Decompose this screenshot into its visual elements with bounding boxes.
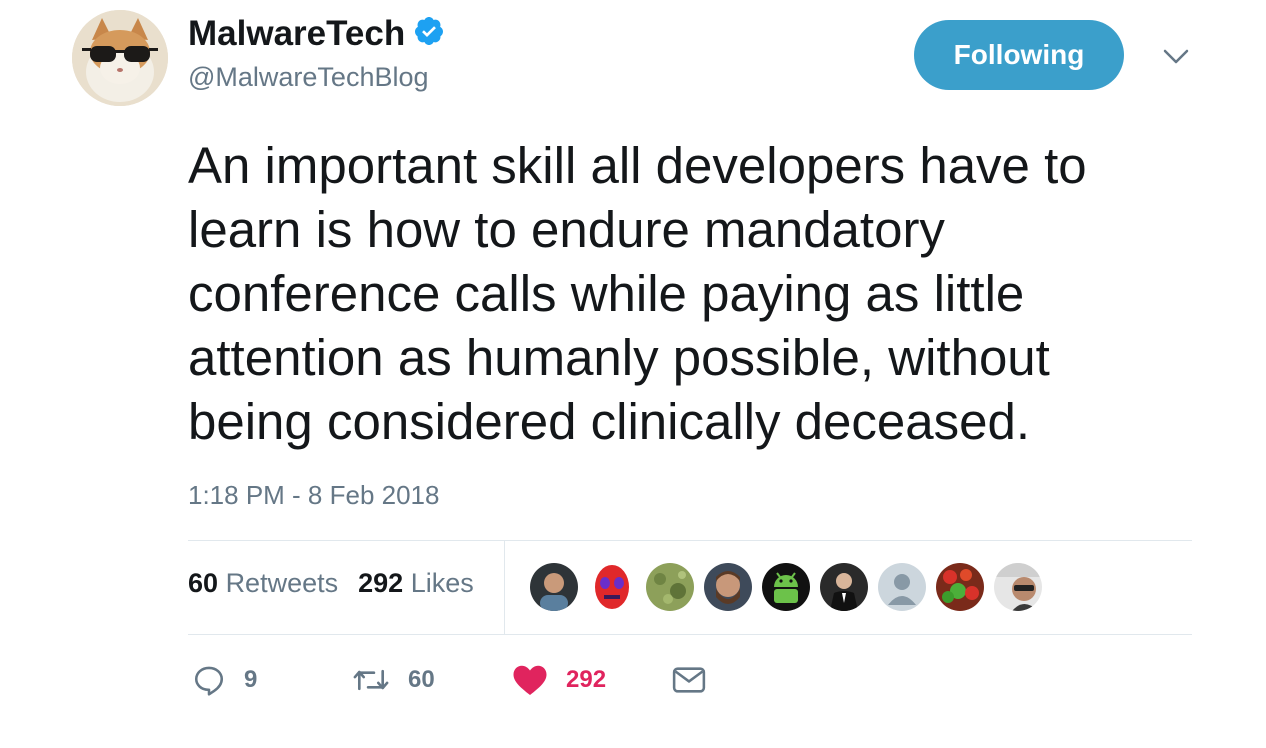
like-count: 292 [566,666,607,693]
divider [188,540,1192,541]
tweet-text-line: learn is how to endure mandatory [188,201,945,258]
reply-count: 9 [244,666,258,693]
likes-label: Likes [410,568,474,598]
retweet-button[interactable]: 60 [352,660,435,700]
liker-avatar[interactable] [994,563,1042,611]
reply-icon [194,666,224,696]
tweet-text-line: conference calls while paying as little [188,265,1025,322]
liker-avatars [530,563,1042,611]
direct-message-button[interactable] [672,660,706,700]
verified-badge-icon [413,15,445,47]
author-avatar[interactable] [72,10,168,106]
following-button[interactable]: Following [914,20,1124,90]
author-display-name[interactable]: MalwareTech [188,14,445,54]
retweets-label: Retweets [225,568,339,598]
divider [504,541,505,634]
retweets-stat[interactable]: 60 Retweets [188,568,338,599]
likes-count: 292 [358,568,404,598]
retweet-icon [353,669,389,691]
likes-stat[interactable]: 292 Likes [358,568,474,599]
like-button[interactable]: 292 [512,660,606,700]
liker-avatar[interactable] [530,563,578,611]
liker-avatar[interactable] [646,563,694,611]
liker-avatar[interactable] [704,563,752,611]
tweet-text-line: being considered clinically deceased. [188,393,1031,450]
cat-avatar-image [72,10,168,106]
tweet-timestamp[interactable]: 1:18 PM - 8 Feb 2018 [188,480,439,511]
reply-button[interactable]: 9 [192,660,257,700]
liker-avatar[interactable] [588,563,636,611]
tweet-text: An important skill all developers have t… [188,134,1198,454]
divider [188,634,1192,635]
display-name-text: MalwareTech [188,14,406,53]
liker-avatar[interactable] [878,563,926,611]
envelope-icon [672,667,706,693]
liker-avatar[interactable] [936,563,984,611]
author-handle[interactable]: @MalwareTechBlog [188,62,429,93]
heart-icon [513,665,547,695]
liker-avatar[interactable] [762,563,810,611]
retweets-count: 60 [188,568,219,598]
tweet-text-line: An important skill all developers have t… [188,137,1087,194]
liker-avatar[interactable] [820,563,868,611]
tweet-text-line: attention as humanly possible, without [188,329,1050,386]
chevron-down-icon[interactable] [1160,42,1192,70]
retweet-count: 60 [408,666,435,693]
tweet-stats: 60 Retweets 292 Likes [188,568,474,599]
